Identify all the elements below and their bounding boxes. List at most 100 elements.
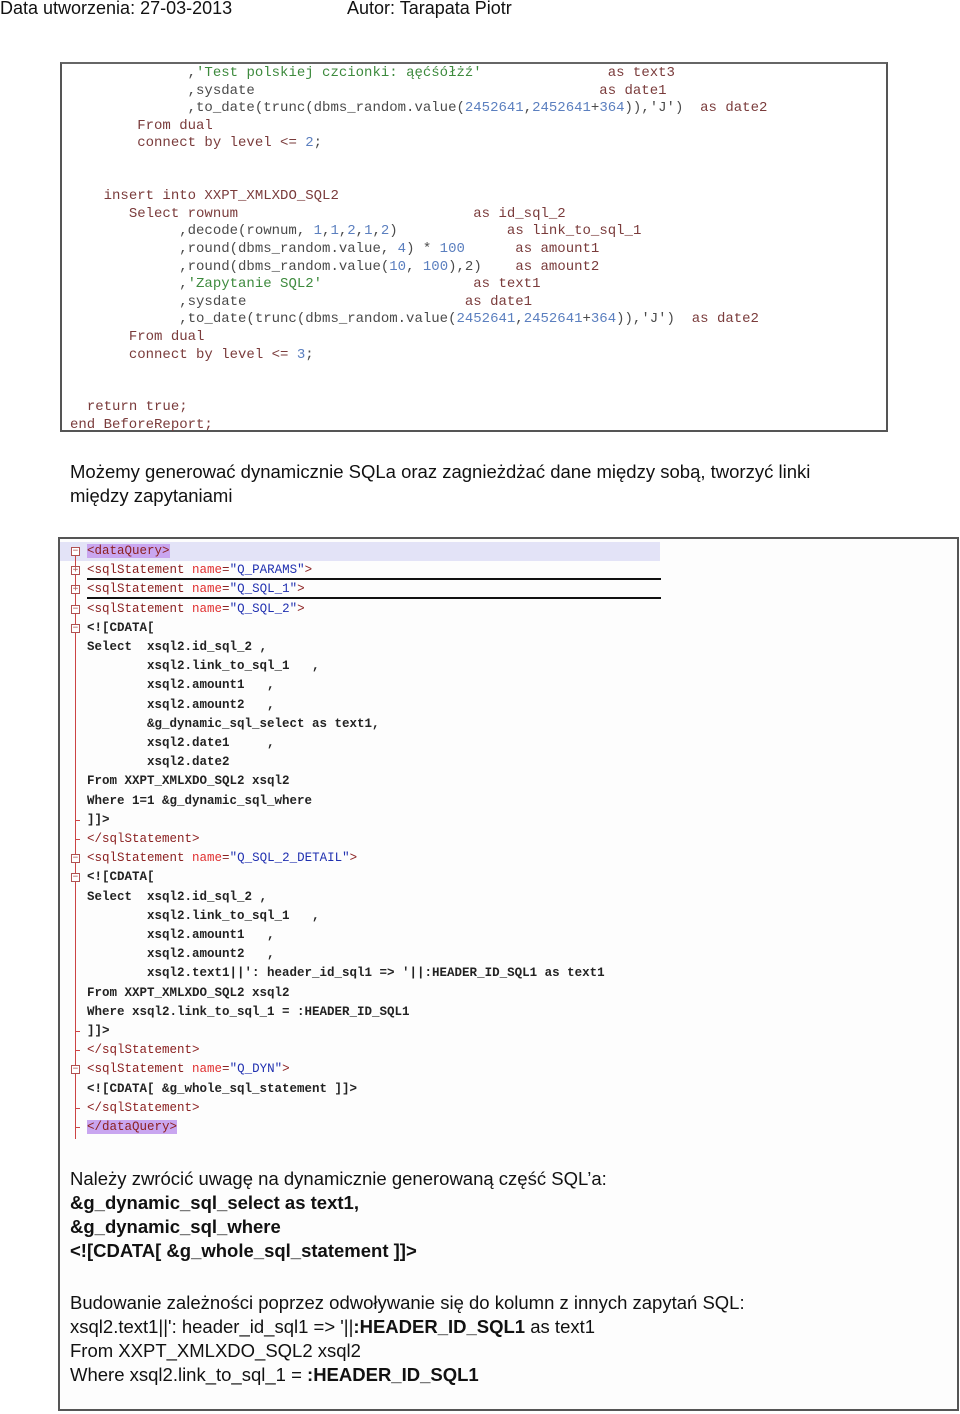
code-line: ,to_date(trunc(dbms_random.value(2452641… (70, 311, 767, 329)
code-token: , (179, 276, 188, 293)
code-token: 'Test polskiej czcionki: ąęćśółżź' (196, 65, 482, 81)
xml-line: ]]> (87, 811, 110, 830)
xml-token: <sqlStatement (87, 601, 193, 616)
code-line: ,'Zapytanie SQL2' as text1 (70, 276, 767, 294)
code-token: )),'J') (616, 311, 692, 328)
xml-token: <![CDATA[ (87, 870, 155, 885)
xml-token: </sqlStatement> (87, 1043, 200, 1058)
description-paragraph: Możemy generować dynamicznie SQLa oraz z… (70, 460, 810, 508)
dynamic-sql-note: Należy zwrócić uwagę na dynamicznie gene… (70, 1167, 607, 1263)
sql-code-block: ,'Test polskiej czcionki: ąęćśółżź' as t… (60, 62, 888, 434)
code-token: ,decode(rownum, (179, 223, 314, 240)
xml-token: xsql2.link_to_sql_1 , (87, 659, 320, 674)
xml-line: <![CDATA[ (87, 868, 155, 887)
xml-line: ]]> (87, 1022, 110, 1041)
xml-token: Select xsql2.id_sql_2 , (87, 889, 268, 904)
code-line: ,sysdate as date1 (70, 83, 767, 101)
xml-token: <![CDATA[ &g_whole_sql_statement ]]> (87, 1081, 358, 1096)
code-line: insert into XXPT_XMLXDO_SQL2 (70, 188, 767, 206)
fold-end-marker (75, 819, 80, 821)
xml-line: <sqlStatement name="Q_SQL_2_DETAIL"> (87, 849, 357, 868)
code-token: ) (389, 223, 398, 240)
code-token: ; (305, 346, 314, 363)
code-token: Select rownum (128, 205, 239, 222)
xml-line: </sqlStatement> (87, 1041, 200, 1060)
sql-code: ,'Test polskiej czcionki: ąęćśółżź' as t… (70, 65, 767, 434)
xml-token: > (297, 582, 305, 597)
collapse-icon[interactable]: − (71, 547, 80, 556)
xml-line: </sqlStatement> (87, 1099, 200, 1118)
code-token: as text3 (481, 65, 675, 81)
xml-token: = (222, 851, 230, 866)
collapse-icon[interactable]: − (71, 854, 80, 864)
expand-icon[interactable]: + (71, 585, 80, 595)
dependency-line-1-alias: as text1 (525, 1316, 596, 1337)
code-token: connect by level <= (128, 346, 297, 363)
xml-token: <sqlStatement (87, 563, 193, 578)
xml-token: > (304, 563, 313, 578)
code-token: insert into XXPT_XMLXDO_SQL2 (103, 188, 339, 205)
xml-token: Where 1=1 &g_dynamic_sql_where (87, 793, 313, 808)
xml-token: = (222, 1062, 230, 1077)
code-line: return true; (70, 399, 767, 417)
xml-token: "Q_SQL_1" (229, 582, 298, 597)
xml-token: </sqlStatement> (87, 832, 200, 846)
dynamic-sql-line-3: <![CDATA[ &g_whole_sql_statement ]]> (70, 1240, 417, 1261)
expand-icon[interactable]: + (71, 566, 80, 576)
code-token: , (515, 311, 524, 328)
dependency-note: Budowanie zależności poprzez odwoływanie… (70, 1291, 745, 1387)
xml-token: name (192, 851, 223, 866)
xml-token: &g_dynamic_sql_select as text1, (87, 716, 380, 731)
code-token: 'Zapytanie SQL2' (187, 276, 323, 293)
code-token: ,to_date(trunc(dbms_random.value( (187, 100, 465, 117)
xml-line: <![CDATA[ (87, 619, 155, 638)
code-line: From dual (70, 118, 767, 136)
xml-token: xsql2.link_to_sql_1 , (87, 908, 320, 923)
xml-line: xsql2.amount2 , (87, 696, 275, 715)
code-token: 2452641 (523, 311, 583, 328)
xml-token: Select xsql2.id_sql_2 , (87, 640, 268, 654)
code-token: as amount2 (481, 258, 600, 275)
code-token: 1 (330, 223, 339, 240)
code-line: ,'Test polskiej czcionki: ąęćśółżź' as t… (70, 65, 767, 83)
xml-line: xsql2.date2 (87, 753, 230, 772)
description-line-1: Możemy generować dynamicznie SQLa oraz z… (70, 461, 811, 482)
code-token: ; (313, 135, 323, 152)
code-line: ,sysdate as date1 (70, 294, 767, 312)
collapse-icon[interactable]: − (71, 873, 80, 883)
code-line: ,decode(rownum, 1,1,2,1,2) as link_to_sq… (70, 223, 767, 241)
dependency-line-1-text: xsql2.text1||': header_id_sql1 => '|| (70, 1316, 354, 1337)
xml-token: xsql2.date2 (87, 755, 230, 770)
xml-token: <![CDATA[ (87, 620, 155, 635)
xml-line: <dataQuery> (87, 542, 170, 561)
xml-token: <sqlStatement (87, 1062, 193, 1077)
code-token: as date2 (700, 100, 768, 117)
xml-line: <sqlStatement name="Q_DYN"> (87, 1060, 290, 1079)
xml-token: name (192, 1062, 223, 1077)
collapse-icon[interactable]: − (71, 604, 80, 614)
xml-token: "Q_SQL_2_DETAIL" (229, 851, 350, 866)
code-token: ) * (406, 240, 440, 257)
xml-token: = (222, 601, 230, 616)
code-token: as link_to_sql_1 (397, 223, 642, 240)
collapse-icon[interactable]: − (71, 623, 80, 633)
xml-line: xsql2.date1 , (87, 734, 275, 753)
code-token: , (406, 258, 423, 275)
code-token: , (187, 65, 197, 81)
xml-token: = (222, 563, 230, 578)
code-line: ,round(dbms_random.value, 4) * 100 as am… (70, 241, 767, 259)
code-token: 100 (439, 240, 465, 257)
xml-token: "Q_DYN" (229, 1062, 283, 1077)
code-token: as date1 (246, 293, 533, 310)
code-token: 2452641 (464, 100, 524, 117)
code-token: as amount1 (464, 240, 600, 257)
xml-line: <sqlStatement name="Q_SQL_1"> (87, 580, 305, 599)
collapse-icon[interactable]: − (71, 1065, 80, 1075)
code-token: 100 (422, 258, 449, 275)
code-token: as text1 (322, 276, 541, 293)
xml-token: <sqlStatement (87, 582, 193, 597)
code-token: connect by level <= (137, 135, 306, 152)
